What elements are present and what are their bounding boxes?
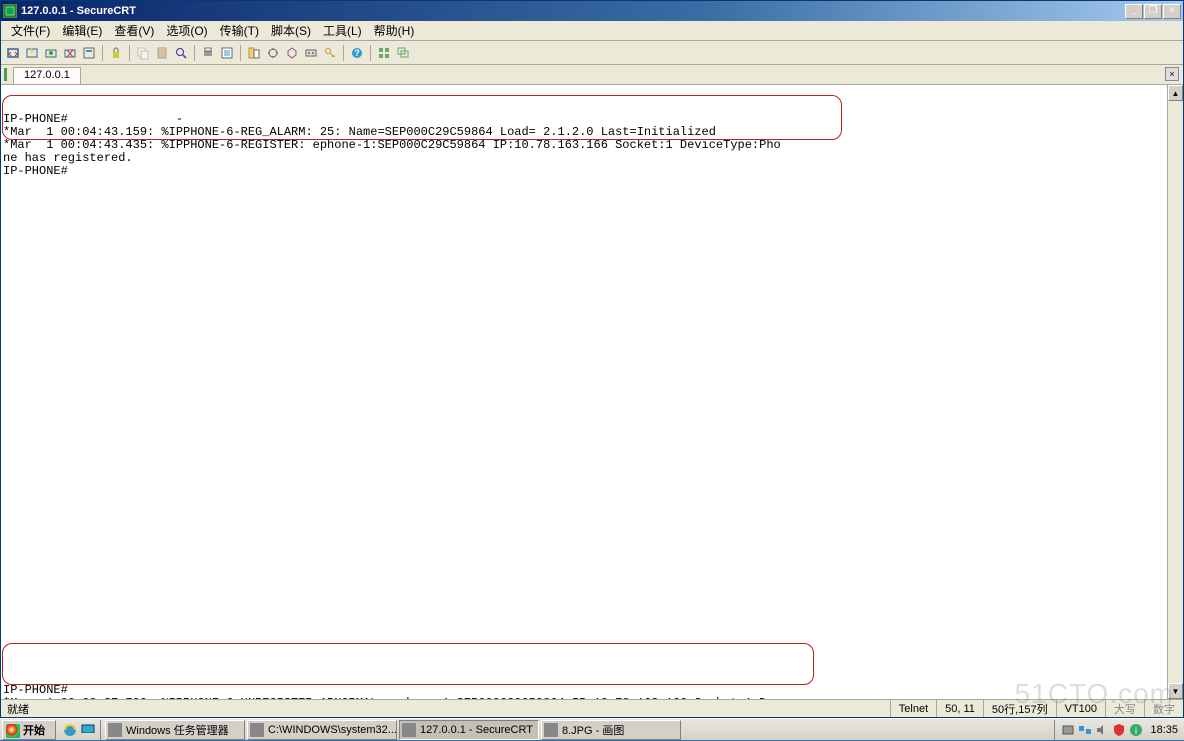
scroll-up-button[interactable]: ▲ (1168, 85, 1183, 101)
status-bar: 就绪 Telnet 50, 11 50行,157列 VT100 大写 数字 (1, 699, 1183, 717)
toolbar-separator (129, 45, 130, 61)
scroll-down-button[interactable]: ▼ (1168, 683, 1183, 699)
tray-network-icon[interactable] (1078, 723, 1092, 737)
app-window: 127.0.0.1 - SecureCRT _ ❐ × 文件(F) 编辑(E) … (0, 0, 1184, 718)
terminal[interactable]: IP-PHONE# - *Mar 1 00:04:43.159: %IPPHON… (1, 85, 1167, 699)
tb-options-icon[interactable] (264, 44, 282, 62)
task-label: C:\WINDOWS\system32... (268, 724, 397, 736)
menu-help[interactable]: 帮助(H) (368, 20, 421, 41)
clock[interactable]: 18:35 (1146, 724, 1178, 736)
status-caps: 大写 (1105, 700, 1144, 717)
system-tray: i 18:35 (1054, 720, 1184, 740)
term-line: IP-PHONE# (3, 683, 68, 697)
menu-transfer[interactable]: 传输(T) (214, 20, 265, 41)
tb-cascade-icon[interactable] (394, 44, 412, 62)
tb-help-icon[interactable]: ? (348, 44, 366, 62)
taskbar-tasks: Windows 任务管理器 C:\WINDOWS\system32... 127… (101, 720, 1054, 740)
tb-print-icon[interactable] (199, 44, 217, 62)
tray-icon[interactable] (1061, 723, 1075, 737)
status-emulation: VT100 (1056, 700, 1105, 717)
toolbar: ? (1, 41, 1183, 65)
app-icon (3, 4, 17, 18)
menu-script[interactable]: 脚本(S) (265, 20, 317, 41)
menu-tools[interactable]: 工具(L) (317, 20, 368, 41)
tray-info-icon[interactable]: i (1129, 723, 1143, 737)
tb-paste-icon[interactable] (153, 44, 171, 62)
menu-options[interactable]: 选项(O) (160, 20, 213, 41)
window-title: 127.0.0.1 - SecureCRT (21, 5, 1125, 17)
term-line: IP-PHONE# (3, 164, 68, 178)
tb-quick-connect-icon[interactable] (23, 44, 41, 62)
status-ready: 就绪 (1, 701, 890, 717)
tb-copy-icon[interactable] (134, 44, 152, 62)
task-paint[interactable]: 8.JPG - 画图 (541, 720, 681, 740)
tb-connect-icon[interactable] (4, 44, 22, 62)
term-line: IP-PHONE# (3, 112, 68, 126)
ql-desktop-icon[interactable] (80, 722, 96, 738)
tb-tile-icon[interactable] (375, 44, 393, 62)
tb-lock-icon[interactable] (107, 44, 125, 62)
toolbar-separator (343, 45, 344, 61)
tb-find-icon[interactable] (172, 44, 190, 62)
term-line: *Mar 1 00:04:43.159: %IPPHONE-6-REG_ALAR… (3, 125, 716, 139)
toolbar-separator (194, 45, 195, 61)
session-tab[interactable]: 127.0.0.1 (13, 67, 81, 84)
term-line: *Mar 1 00:04:43.435: %IPPHONE-6-REGISTER… (3, 138, 781, 152)
task-securecrt[interactable]: 127.0.0.1 - SecureCRT (399, 720, 539, 740)
term-line: ne has registered. (3, 151, 133, 165)
restore-button[interactable]: ❐ (1144, 4, 1162, 19)
task-label: 127.0.0.1 - SecureCRT (420, 724, 533, 736)
toolbar-separator (370, 45, 371, 61)
status-num: 数字 (1144, 700, 1183, 717)
window-buttons: _ ❐ × (1125, 4, 1181, 19)
toolbar-separator (240, 45, 241, 61)
tb-key-icon[interactable] (321, 44, 339, 62)
minimize-button[interactable]: _ (1125, 4, 1143, 19)
svg-text:i: i (1135, 726, 1137, 737)
task-taskmgr[interactable]: Windows 任务管理器 (105, 720, 245, 740)
close-button[interactable]: × (1163, 4, 1181, 19)
title-bar: 127.0.0.1 - SecureCRT _ ❐ × (1, 1, 1183, 21)
tb-keymap-icon[interactable] (302, 44, 320, 62)
status-cursor-pos: 50, 11 (936, 700, 983, 717)
tray-shield-icon[interactable] (1112, 723, 1126, 737)
tb-disconnect-icon[interactable] (61, 44, 79, 62)
terminal-wrap: IP-PHONE# - *Mar 1 00:04:43.159: %IPPHON… (1, 85, 1183, 699)
menu-file[interactable]: 文件(F) (5, 20, 56, 41)
taskbar: 开始 Windows 任务管理器 C:\WINDOWS\system32... … (0, 718, 1184, 740)
menu-edit[interactable]: 编辑(E) (56, 20, 108, 41)
tb-reconnect-icon[interactable] (42, 44, 60, 62)
tab-close-button[interactable]: × (1165, 67, 1179, 81)
start-button[interactable]: 开始 (2, 720, 56, 740)
quick-launch (58, 720, 101, 740)
task-label: 8.JPG - 画图 (562, 722, 624, 738)
status-protocol: Telnet (890, 700, 936, 717)
scroll-track[interactable] (1168, 101, 1183, 683)
menu-bar: 文件(F) 编辑(E) 查看(V) 选项(O) 传输(T) 脚本(S) 工具(L… (1, 21, 1183, 41)
session-tab-bar: 127.0.0.1 × (1, 65, 1183, 85)
ql-ie-icon[interactable] (62, 722, 78, 738)
tb-hex-icon[interactable] (283, 44, 301, 62)
task-label: Windows 任务管理器 (126, 722, 229, 738)
tb-properties-icon[interactable] (218, 44, 236, 62)
task-cmd[interactable]: C:\WINDOWS\system32... (247, 720, 397, 740)
toolbar-separator (102, 45, 103, 61)
tb-sessions-icon[interactable] (245, 44, 263, 62)
vertical-scrollbar[interactable]: ▲ ▼ (1167, 85, 1183, 699)
menu-view[interactable]: 查看(V) (108, 20, 160, 41)
tb-session-icon[interactable] (80, 44, 98, 62)
tray-volume-icon[interactable] (1095, 723, 1109, 737)
term-line: *Mar 1 00:08:37.799: %IPPHONE-6-UNREGIST… (3, 696, 781, 699)
svg-text:?: ? (354, 48, 360, 58)
status-size: 50行,157列 (983, 700, 1056, 717)
